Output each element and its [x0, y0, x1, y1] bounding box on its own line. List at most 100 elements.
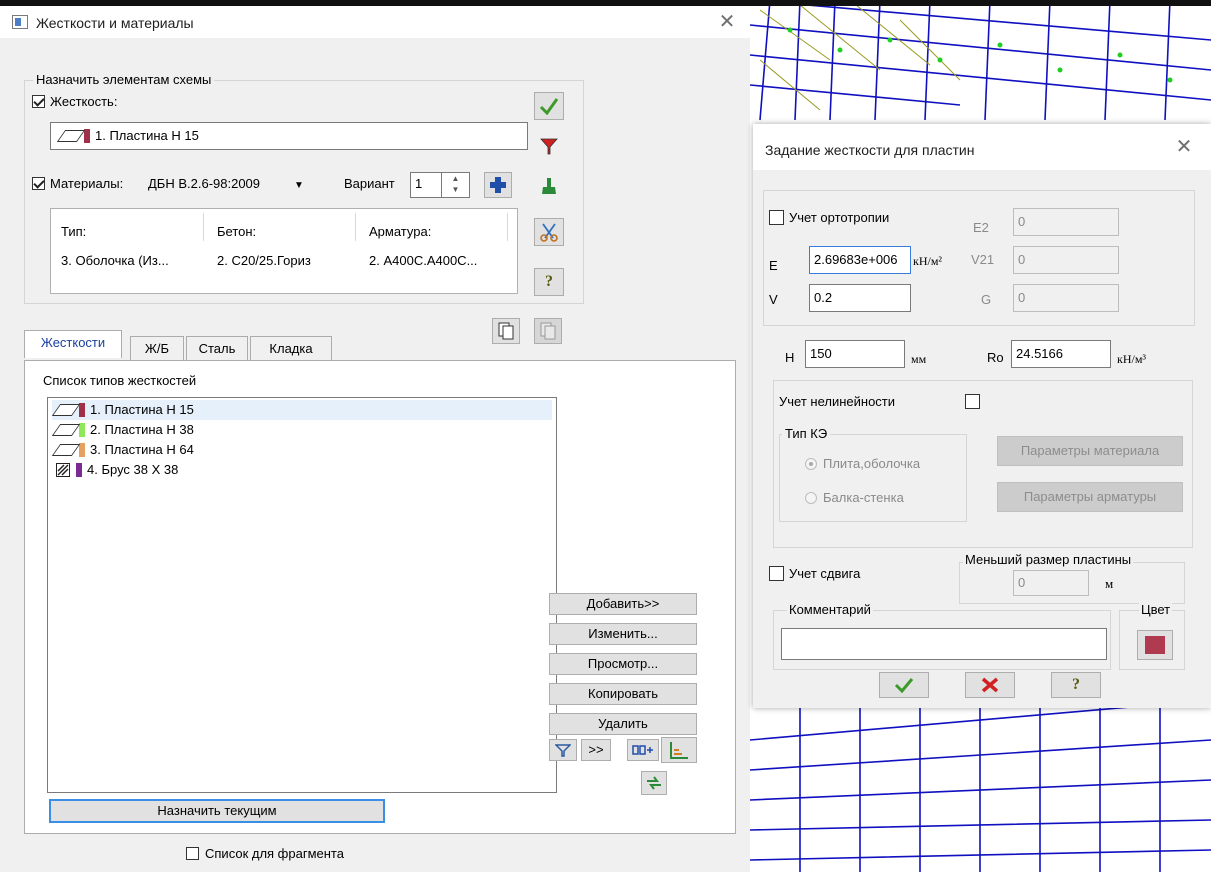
shear-label: Учет сдвига	[789, 566, 861, 581]
shear-checkbox[interactable]	[769, 566, 784, 581]
copy-button[interactable]: Копировать	[549, 683, 697, 705]
cancel-button[interactable]	[965, 672, 1015, 698]
current-stiffness-value: 1. Пластина Н 15	[95, 128, 199, 143]
min-plate-size-input[interactable]: 0	[1013, 570, 1089, 596]
tab-masonry-label: Кладка	[269, 341, 313, 356]
v-input[interactable]: 0.2	[809, 284, 911, 312]
delete-button[interactable]: Удалить	[549, 713, 697, 735]
spin-down-icon[interactable]: ▼	[442, 184, 469, 195]
variant-input[interactable]: 1	[410, 172, 442, 198]
comment-label: Комментарий	[787, 602, 873, 617]
dialog-help-button[interactable]: ?	[1051, 672, 1101, 698]
close-icon[interactable]: ✕	[1171, 134, 1197, 160]
color-label: Цвет	[1139, 602, 1173, 617]
comment-input[interactable]	[781, 628, 1107, 660]
list-item[interactable]: 4. Брус 38 X 38	[52, 460, 178, 480]
add-material-button[interactable]	[484, 172, 512, 198]
ok-button[interactable]	[879, 672, 929, 698]
stiffness-list[interactable]: 1. Пластина Н 15 2. Пластина Н 38 3. Пла…	[47, 397, 557, 793]
filter-button[interactable]	[534, 132, 564, 160]
fe-type-radio-plate[interactable]	[805, 458, 817, 470]
columns-button[interactable]	[627, 739, 659, 761]
more-button[interactable]: >>	[581, 739, 611, 761]
fe-type-option-wall-beam: Балка-стенка	[823, 490, 904, 505]
checkmark-icon	[539, 98, 559, 115]
e2-input[interactable]: 0	[1013, 208, 1119, 236]
list-item[interactable]: 3. Пластина Н 64	[51, 440, 194, 460]
help-button[interactable]: ?	[534, 268, 564, 296]
g-input[interactable]: 0	[1013, 284, 1119, 312]
stiffness-color-swatch	[79, 443, 85, 457]
add-button[interactable]: Добавить>>	[549, 593, 697, 615]
tab-masonry[interactable]: Кладка	[250, 336, 332, 360]
e-input[interactable]: 2.69683e+006	[809, 246, 911, 274]
nonlinearity-label: Учет нелинейности	[779, 394, 896, 409]
refresh-arrows-icon	[647, 776, 661, 790]
tab-stiffness[interactable]: Жесткости	[24, 330, 122, 358]
tab-steel[interactable]: Сталь	[186, 336, 248, 360]
g-label: G	[981, 292, 992, 307]
app-window-icon	[12, 15, 28, 29]
spin-up-icon[interactable]: ▲	[442, 173, 469, 184]
table-header-rebar: Арматура:	[369, 224, 432, 239]
variant-spinner[interactable]: ▲ ▼	[442, 172, 470, 198]
document-copy-icon	[498, 322, 514, 340]
tab-steel-label: Сталь	[198, 341, 236, 356]
orthotropy-checkbox[interactable]	[769, 210, 784, 225]
tab-strip: Жесткости Ж/Б Сталь Кладка	[24, 330, 364, 360]
v-label: V	[769, 292, 778, 307]
fe-type-group: Тип КЭ	[779, 426, 967, 522]
fe-type-radio-wall-beam[interactable]	[805, 492, 817, 504]
dialog-title: Задание жесткости для пластин	[765, 142, 975, 158]
stiffness-color-swatch	[79, 403, 85, 417]
table-row[interactable]: 3. Оболочка (Из... 2. C20/25.Гориз 2. А4…	[51, 249, 517, 271]
table-cell-rebar: 2. А400С.А400С...	[369, 253, 478, 268]
list-label: Список типов жесткостей	[43, 373, 197, 388]
list-item-label: 2. Пластина Н 38	[90, 422, 194, 437]
materials-checkbox[interactable]	[32, 177, 45, 190]
list-item[interactable]: 2. Пластина Н 38	[51, 420, 194, 440]
color-picker-button[interactable]	[1137, 630, 1173, 660]
brush-button[interactable]	[534, 172, 564, 200]
list-item-label: 1. Пластина Н 15	[90, 402, 194, 417]
view-button[interactable]: Просмотр...	[549, 653, 697, 675]
v21-label: V21	[971, 252, 995, 267]
apply-button[interactable]	[534, 92, 564, 120]
window-titlebar: Жесткости и материалы ✕	[0, 6, 750, 38]
materials-norm-dropdown[interactable]: ДБН В.2.6-98:2009 ▼	[148, 176, 316, 194]
h-label: H	[785, 350, 795, 365]
materials-norm-value: ДБН В.2.6-98:2009	[148, 176, 261, 191]
plate-icon	[51, 404, 81, 416]
material-params-button[interactable]: Параметры материала	[997, 436, 1183, 466]
fragment-list-checkbox[interactable]	[186, 847, 199, 860]
tab-rc[interactable]: Ж/Б	[130, 336, 184, 360]
h-input[interactable]: 150	[805, 340, 905, 368]
tab-panel: Список типов жесткостей 1. Пластина Н 15…	[24, 360, 736, 834]
fe-type-label: Тип КЭ	[782, 426, 831, 441]
paste-doc-button[interactable]	[534, 318, 562, 344]
ro-input[interactable]: 24.5166	[1011, 340, 1111, 368]
nonlinearity-checkbox[interactable]	[965, 394, 980, 409]
assign-current-button[interactable]: Назначить текущим	[49, 799, 385, 823]
refresh-button[interactable]	[641, 771, 667, 795]
variant-label: Вариант	[344, 176, 395, 191]
sort-button[interactable]	[661, 737, 697, 763]
current-stiffness-field[interactable]: 1. Пластина Н 15	[50, 122, 528, 150]
list-item-label: 3. Пластина Н 64	[90, 442, 194, 457]
variant-value: 1	[415, 176, 423, 191]
close-icon[interactable]: ✕	[714, 9, 740, 35]
stiffness-checkbox-label: Жесткость:	[50, 94, 118, 109]
materials-table: Тип: Бетон: Арматура: 3. Оболочка (Из...…	[50, 208, 518, 294]
plate-icon	[56, 130, 86, 142]
plate-icon	[51, 424, 81, 436]
list-item[interactable]: 1. Пластина Н 15	[51, 400, 552, 420]
scissors-button[interactable]	[534, 218, 564, 246]
v21-input[interactable]: 0	[1013, 246, 1119, 274]
orthotropy-label: Учет ортотропии	[789, 210, 890, 225]
copy-doc-button[interactable]	[492, 318, 520, 344]
filter-select-button[interactable]	[549, 739, 577, 761]
edit-button[interactable]: Изменить...	[549, 623, 697, 645]
stiffness-checkbox[interactable]	[32, 95, 45, 108]
rebar-params-button[interactable]: Параметры арматуры	[997, 482, 1183, 512]
checkmark-icon	[894, 678, 914, 693]
